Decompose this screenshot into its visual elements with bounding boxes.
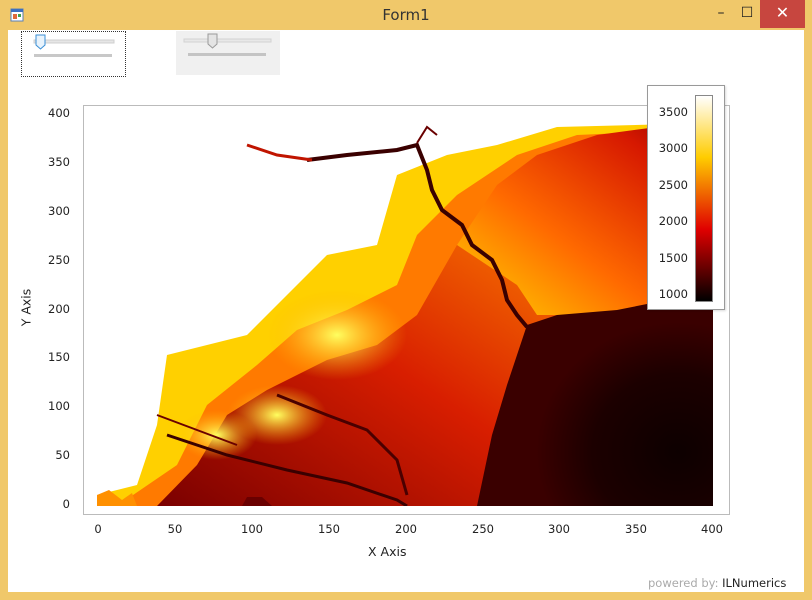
colorbar-tick-label: 3000 [658,141,688,155]
colorbar-tick-label: 3500 [658,105,688,119]
y-tick-label: 150 [48,350,70,364]
x-tick-label: 50 [167,522,183,536]
close-button[interactable]: ✕ [760,0,805,28]
application-window: Form1 – ☐ ✕ 400 350 300 250 200 150 100 … [0,0,812,600]
y-tick-label: 350 [48,155,70,169]
window-title: Form1 [382,6,430,24]
colorbar-tick-label: 1000 [658,287,688,301]
trackbar-1-graphic [33,34,115,57]
terrain-highlight [267,290,407,380]
colorbar-tick-label: 2500 [658,178,688,192]
y-tick-label: 200 [48,302,70,316]
y-tick-label: 250 [48,253,70,267]
form-client-area: 400 350 300 250 200 150 100 50 0 0 50 10… [8,30,804,592]
colorbar-tick-label: 2000 [658,214,688,228]
colorbar-gradient [695,95,713,302]
powered-by-footer: powered by: ILNumerics [648,576,786,590]
x-tick-label: 100 [241,522,263,536]
trackbar-1-thumb [35,34,46,50]
x-tick-label: 0 [94,522,102,536]
trackbar-1[interactable] [21,31,126,77]
x-tick-label: 400 [701,522,723,536]
x-tick-label: 300 [548,522,570,536]
title-bar[interactable]: Form1 – ☐ ✕ [0,0,812,30]
y-tick-label: 50 [55,448,70,462]
x-tick-label: 200 [395,522,417,536]
colorbar-tick-label: 1500 [658,251,688,265]
x-tick-label: 150 [318,522,340,536]
x-axis-label: X Axis [368,544,407,559]
maximize-button[interactable]: ☐ [730,0,764,28]
x-tick-label: 350 [625,522,647,536]
brand-name: ILNumerics [722,576,787,590]
terrain-heatmap[interactable] [97,115,713,506]
y-tick-label: 0 [62,497,70,511]
y-tick-label: 100 [48,399,70,413]
colorbar-legend[interactable]: 3500 3000 2500 2000 1500 1000 [647,85,725,310]
y-tick-label: 300 [48,204,70,218]
trackbar-2[interactable] [176,31,280,75]
y-tick-label: 400 [48,106,70,120]
powered-by-text: powered by: [648,576,719,590]
y-axis-label: Y Axis [18,288,34,327]
x-tick-label: 250 [472,522,494,536]
trackbar-2-graphic [183,33,272,56]
trackbar-2-thumb [207,33,218,49]
